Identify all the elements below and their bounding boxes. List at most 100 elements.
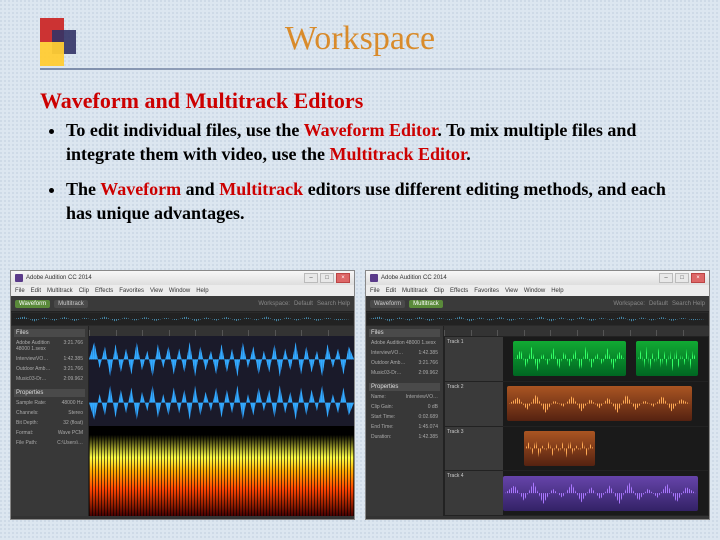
track-lane[interactable] [503,337,708,381]
track-row: Track 1 [445,337,708,381]
app-icon [370,274,378,282]
bullet-text: The [66,179,100,199]
menu-edit[interactable]: Edit [31,288,41,294]
mode-toolbar: Waveform Multitrack Workspace: Default S… [366,296,709,312]
tab-waveform[interactable]: Waveform [370,300,405,308]
prop-row: Sample Rate:48000 Hz [14,399,85,407]
prop-row: File Path:C:\Users\… [14,439,85,447]
menu-multitrack[interactable]: Multitrack [402,288,428,294]
slide-title: Workspace [0,20,720,58]
track-lane[interactable] [503,471,708,515]
track-header[interactable]: Track 1 [445,337,503,381]
menu-effects[interactable]: Effects [450,288,468,294]
tracks-area: Track 1 Track 2 Track 3 [444,336,709,516]
audio-clip[interactable] [524,431,596,466]
file-row[interactable]: Music03-Dr…2:09.962 [369,369,440,377]
close-button[interactable]: × [691,273,705,283]
overview-waveform[interactable] [12,313,353,325]
workspace-selector[interactable]: Default [294,301,313,307]
bullet-1: To edit individual files, use the Wavefo… [66,118,666,167]
audio-clip[interactable] [507,386,692,421]
menu-bar: File Edit Multitrack Clip Effects Favori… [11,285,354,296]
file-row[interactable]: Outdoor Amb…3:21.766 [14,365,85,373]
multitrack-editor-screenshot: Adobe Audition CC 2014 – □ × File Edit M… [365,270,710,520]
menu-clip[interactable]: Clip [79,288,89,294]
menu-file[interactable]: File [15,288,25,294]
menu-window[interactable]: Window [524,288,545,294]
waveform-display[interactable] [89,336,354,426]
search-help[interactable]: Search Help [317,301,350,307]
file-row[interactable]: Adobe Audition 48000 1.sesx [369,339,440,347]
menu-window[interactable]: Window [169,288,190,294]
bullet-highlight: Waveform Editor [304,120,438,140]
bullet-highlight: Multitrack Editor [329,144,466,164]
tab-multitrack[interactable]: Multitrack [409,300,443,308]
track-row: Track 3 [445,427,708,471]
maximize-button[interactable]: □ [675,273,689,283]
minimize-button[interactable]: – [304,273,318,283]
bullet-2: The Waveform and Multitrack editors use … [66,177,666,226]
title-divider [40,68,680,70]
window-title: Adobe Audition CC 2014 [381,275,447,281]
track-lane[interactable] [503,427,708,471]
app-icon [15,274,23,282]
menu-file[interactable]: File [370,288,380,294]
side-panels: Files Adobe Audition 48000 1.sesx Interv… [366,326,444,516]
menu-effects[interactable]: Effects [95,288,113,294]
properties-panel-header[interactable]: Properties [369,383,440,391]
waveform-editor-screenshot: Adobe Audition CC 2014 – □ × File Edit M… [10,270,355,520]
menu-favorites[interactable]: Favorites [474,288,499,294]
tab-waveform[interactable]: Waveform [15,300,50,308]
prop-row: Duration:1:42.385 [369,433,440,441]
properties-panel-header[interactable]: Properties [14,389,85,397]
files-panel-header[interactable]: Files [369,329,440,337]
editor-main: Track 1 Track 2 Track 3 [444,326,709,516]
time-ruler[interactable] [444,326,709,336]
menu-view[interactable]: View [150,288,163,294]
minimize-button[interactable]: – [659,273,673,283]
audio-clip[interactable] [513,341,626,376]
menu-multitrack[interactable]: Multitrack [47,288,73,294]
file-row[interactable]: InterviewVO…1:42.385 [14,355,85,363]
file-row[interactable]: InterviewVO…1:42.385 [369,349,440,357]
window-titlebar: Adobe Audition CC 2014 – □ × [366,271,709,285]
prop-row: Format:Wave PCM [14,429,85,437]
menu-favorites[interactable]: Favorites [119,288,144,294]
track-header[interactable]: Track 3 [445,427,503,471]
search-help[interactable]: Search Help [672,301,705,307]
track-header[interactable]: Track 4 [445,471,503,515]
overview-session[interactable] [367,313,708,325]
menu-clip[interactable]: Clip [434,288,444,294]
file-row[interactable]: Adobe Audition 48000 1.sesx3:21.766 [14,339,85,353]
status-bar: 0:00.000 48000 Hz • 32-bit (float) • Ste… [11,516,354,520]
window-title: Adobe Audition CC 2014 [26,275,92,281]
menu-edit[interactable]: Edit [386,288,396,294]
spectrogram-display[interactable] [89,426,354,516]
prop-row: Start Time:0:02.689 [369,413,440,421]
close-button[interactable]: × [336,273,350,283]
menu-view[interactable]: View [505,288,518,294]
bullet-highlight: Multitrack [219,179,303,199]
audio-clip[interactable] [503,476,698,511]
menu-help[interactable]: Help [196,288,208,294]
time-ruler[interactable] [89,326,354,336]
file-row[interactable]: Outdoor Amb…3:21.766 [369,359,440,367]
maximize-button[interactable]: □ [320,273,334,283]
track-header[interactable]: Track 2 [445,382,503,426]
bullet-text: and [181,179,219,199]
workspace-label: Workspace: [258,301,290,307]
files-panel-header[interactable]: Files [14,329,85,337]
mode-toolbar: Waveform Multitrack Workspace: Default S… [11,296,354,312]
menu-help[interactable]: Help [551,288,563,294]
bullet-text: . [466,144,471,164]
file-row[interactable]: Music03-Dr…2:09.962 [14,375,85,383]
workspace-label: Workspace: [613,301,645,307]
workspace-selector[interactable]: Default [649,301,668,307]
editor-main [89,326,354,516]
track-lane[interactable] [503,382,708,426]
tab-multitrack[interactable]: Multitrack [54,300,88,308]
bullet-list: To edit individual files, use the Wavefo… [66,118,666,235]
slide-subtitle: Waveform and Multitrack Editors [40,88,363,114]
audio-clip[interactable] [636,341,698,376]
bullet-highlight: Waveform [100,179,181,199]
